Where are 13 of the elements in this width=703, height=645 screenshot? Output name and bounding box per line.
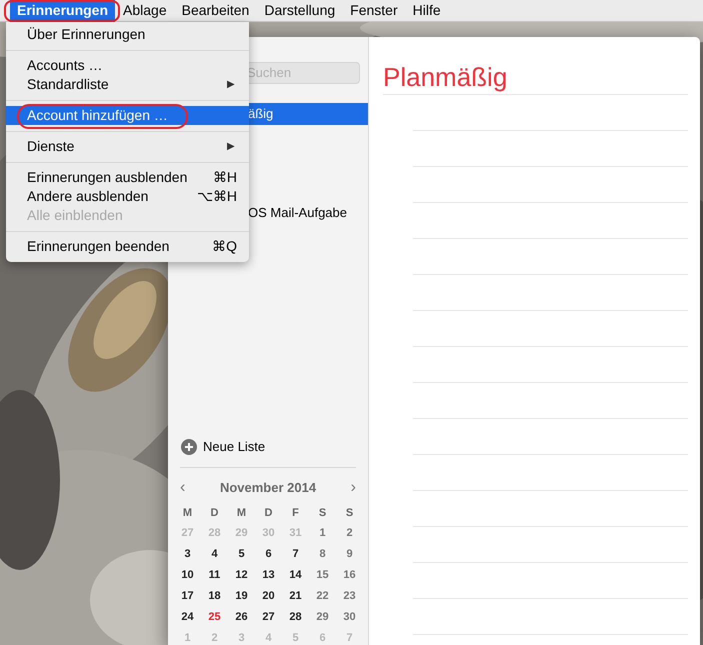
weekday-label: S	[344, 506, 354, 521]
list-title: Planmäßig	[383, 37, 688, 95]
weekday-label: M	[236, 506, 248, 521]
shortcut-label: ⌘Q	[212, 237, 237, 256]
weekday-label: D	[210, 506, 220, 521]
weekday-label: D	[264, 506, 274, 521]
weekday-label: S	[318, 506, 328, 521]
shortcut-label: ⌘H	[212, 168, 237, 187]
shortcut-label: ⌥⌘H	[196, 187, 237, 206]
weekday-label: M	[182, 506, 194, 521]
submenu-arrow-icon: ▶	[227, 139, 235, 154]
weekday-label: F	[291, 506, 300, 521]
month-title: November 2014	[220, 479, 316, 498]
